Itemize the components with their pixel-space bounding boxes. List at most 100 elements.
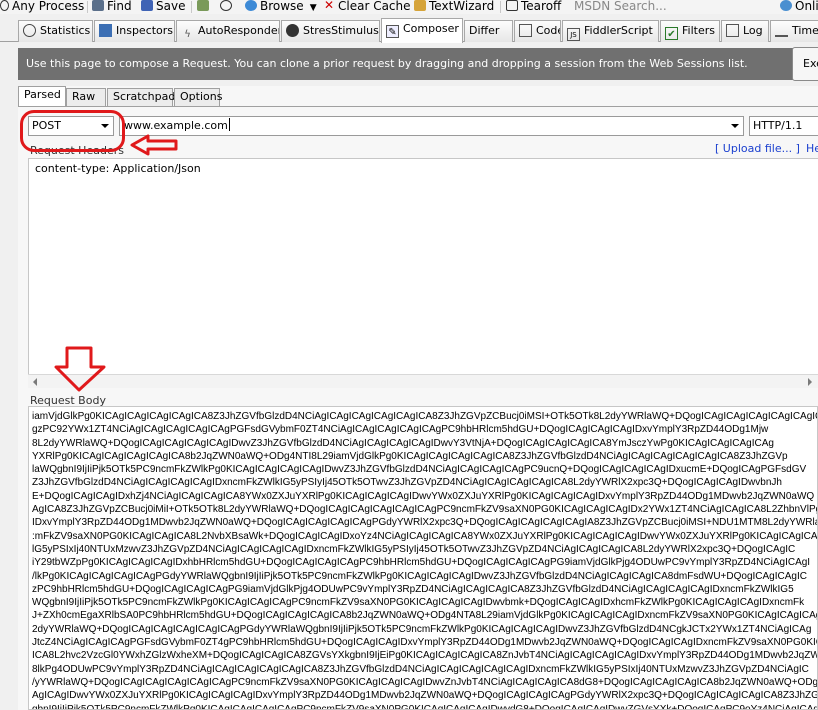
annotation-arrow-left-icon: [130, 134, 178, 156]
header-line: content-type: Application/Json: [35, 162, 201, 175]
stopwatch-icon: [23, 24, 36, 37]
body-text-line: laWQgbnI9IjIiPjk5OTk5PC9ncmFkZWlkPg0KICA…: [32, 464, 807, 476]
camera-icon: [197, 0, 209, 11]
body-text-line: AgICA8Z3JhZGVpZCBucj0iMiI+OTk5OTk8L2dyYW…: [32, 504, 817, 516]
body-text-line: /lkPg0KICAgICAgICAgICAgPGdyYWRlaWQgbnI9I…: [32, 570, 807, 582]
find-button[interactable]: Find: [92, 0, 132, 14]
chevron-down-icon: [731, 124, 739, 128]
body-text-line: gbnI9IjIiPjk5OTk5PC9ncmFkZWlkPg0KICAgICA…: [32, 703, 817, 710]
save-button[interactable]: Save: [141, 0, 185, 14]
scroll-left-icon[interactable]: [33, 378, 37, 386]
scroll-right-icon[interactable]: [808, 378, 812, 386]
tab-log[interactable]: Log: [721, 20, 769, 42]
tab-statistics-label: Statistics: [40, 24, 91, 37]
tab-log-label: Log: [743, 24, 763, 37]
save-label: Save: [156, 0, 186, 13]
request-body-editor[interactable]: iamVjdGlkPg0KICAgICAgICAgICAgICA8Z3JhZGV…: [28, 406, 818, 710]
tearoff-label: Tearoff: [521, 0, 562, 13]
body-text-line: 2dyYWRlaWQ+DQogICAgICAgICAgICAgICAgPGdyY…: [32, 623, 812, 635]
body-text-line: :mFkZV9saXN0PG0KICAgICAgICA8L2NvbXBsaWk+…: [32, 530, 817, 542]
binoculars-icon: [92, 0, 104, 11]
body-text-line: AgICAgIDwvYWx0ZXJuYXRlPg0KICAgICAgICAgID…: [32, 690, 817, 702]
body-text-line: Z3JhZGVfbGlzdD4NCiAgICAgICAgICAgIDxncmFk…: [32, 477, 782, 489]
tearoff-button[interactable]: Tearoff: [506, 0, 561, 14]
help-link[interactable]: He: [806, 142, 818, 155]
log-icon: [726, 24, 739, 37]
tab-inspectors[interactable]: Inspectors: [94, 20, 175, 42]
url-input[interactable]: www.example.com: [119, 116, 744, 136]
main-tabstrip: Statistics Inspectors ϟ AutoResponder Str…: [0, 18, 818, 43]
tab-filters-label: Filters: [682, 24, 715, 37]
http-version-select[interactable]: HTTP/1.1: [749, 116, 818, 136]
code-icon: [519, 24, 532, 37]
body-text-line: ICA8L2hvc2VzcGl0YWxhZGlzWxheXM+DQogICAgI…: [32, 650, 817, 662]
tab-inspectors-label: Inspectors: [116, 24, 174, 37]
toolbar: Any Process Find Save Browse ▼ ✕ Clear Cac…: [0, 0, 818, 14]
text-caret: [228, 118, 230, 131]
subtab-raw[interactable]: Raw: [66, 88, 106, 106]
tab-autoresponder[interactable]: ϟ AutoResponder: [176, 20, 280, 42]
network-icon: [780, 0, 792, 11]
tab-code-label: Code: [536, 24, 560, 37]
headers-horizontal-scrollbar[interactable]: [28, 374, 818, 388]
body-text-line: 8L2dyYWRlaWQ+DQogICAgICAgICAgICAgIDwvZ3J…: [32, 437, 774, 449]
body-text-line: iamVjdGlkPg0KICAgICAgICAgICAgICA8Z3JhZGV…: [32, 411, 817, 422]
body-text-line: WQgbnI9IjIiPjk5OTk5PC9ncmFkZWlkPg0KICAgI…: [32, 597, 805, 609]
pencil-icon: [414, 0, 426, 11]
tab-fiddlerscript-label: FiddlerScript: [584, 24, 653, 37]
tab-stresstimulus[interactable]: StresStimulus: [281, 20, 380, 42]
browse-label: Browse: [260, 0, 304, 13]
x-icon: ✕: [323, 0, 335, 12]
tab-composer-label: Composer: [403, 22, 459, 35]
tab-fiddlerscript[interactable]: JS FiddlerScript: [562, 20, 659, 42]
tab-statistics[interactable]: Statistics: [18, 20, 93, 42]
tab-autoresponder-label: AutoResponder: [198, 24, 280, 37]
timer-button[interactable]: [220, 0, 235, 14]
process-filter-label: Any Process: [12, 0, 85, 13]
textwizard-label: TextWizard: [429, 0, 495, 13]
body-text-line: lG5yPSIxIj40NTUxMzwvZ3JhZGVpZD4NCiAgICAg…: [32, 543, 796, 555]
online-indicator: Onli: [780, 0, 818, 14]
checkbox-icon: ✔: [665, 27, 678, 40]
subtab-divider: [18, 106, 818, 107]
tab-differ-label: Differ: [469, 24, 500, 37]
body-text-line: gzPC92YWx1ZT4NCiAgICAgICAgICAgICAgPGFsdG…: [32, 424, 769, 436]
stress-icon: [286, 24, 299, 37]
body-text-line: /yYWRlaWQ+DQogICAgICAgICAgICAgICAgPC9ncm…: [32, 676, 817, 688]
textwizard-button[interactable]: TextWizard: [414, 0, 494, 14]
body-text-line: J+ZXh0cmEgaXRlbSA0PC9hbHRlcm5hdGU+DQogIC…: [32, 610, 817, 622]
crosshair-icon: [0, 0, 9, 11]
process-filter-button[interactable]: Any Process: [0, 0, 84, 14]
body-text-line: E+DQogICAgICAgIDxhZj4NCiAgICAgICAgICA8YW…: [32, 490, 815, 502]
browse-button[interactable]: Browse ▼: [245, 0, 317, 14]
online-label: Onli: [795, 0, 818, 13]
chevron-down-icon: ▼: [309, 3, 317, 13]
clear-cache-button[interactable]: ✕ Clear Cache: [323, 0, 411, 14]
execute-button[interactable]: Exe: [792, 47, 818, 81]
body-text-line: JtcZ4NCiAgICAgICAgPGFsdGVybmF0ZT4gPC9hbH…: [32, 637, 817, 649]
subtab-scratchpad[interactable]: Scratchpad: [107, 88, 175, 106]
subtab-parsed[interactable]: Parsed: [18, 86, 66, 107]
tab-timeline[interactable]: Time: [770, 20, 818, 42]
tab-composer[interactable]: ✎ Composer: [381, 18, 463, 43]
body-text-line: zPC9hbHRlcm5hdGU+DQogICAgICAgICAgPG9iamV…: [32, 583, 794, 595]
annotation-circle-method: [20, 110, 125, 152]
upload-file-link[interactable]: [ Upload file... ]: [715, 142, 800, 155]
msdn-search-placeholder: MSDN Search...: [574, 0, 667, 13]
tab-code[interactable]: Code: [514, 20, 561, 42]
msdn-search-box[interactable]: MSDN Search...: [574, 0, 667, 14]
composer-info-banner: Use this page to compose a Request. You …: [18, 48, 800, 80]
script-icon: JS: [567, 28, 580, 41]
request-body-text: iamVjdGlkPg0KICAgICAgICAgICAgICA8Z3JhZGV…: [29, 410, 817, 710]
subtab-options[interactable]: Options: [174, 88, 222, 106]
clock-icon: [220, 0, 232, 11]
tab-filters[interactable]: ✔ Filters: [660, 20, 720, 42]
tab-stresstimulus-label: StresStimulus: [303, 24, 379, 37]
clear-cache-label: Clear Cache: [338, 0, 411, 13]
tab-differ[interactable]: Differ: [464, 20, 513, 42]
annotation-arrow-down-icon: [54, 346, 106, 392]
screenshot-button[interactable]: [197, 0, 212, 14]
tab-timeline-label: Time: [792, 24, 818, 37]
request-headers-editor[interactable]: content-type: Application/Json: [28, 158, 818, 388]
save-icon: [141, 0, 153, 11]
